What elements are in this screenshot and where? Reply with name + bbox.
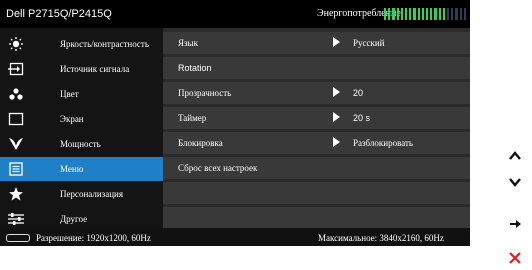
sidebar-item-input-source[interactable]: Источник сигнала [0,57,163,81]
energy-meter-segment [442,8,446,20]
sidebar-item-personalize[interactable]: Персонализация [0,182,163,206]
energy-meter-segment [421,8,425,20]
sidebar-item-label: Цвет [60,89,79,99]
row-transparency[interactable]: Прозрачность 20 [163,82,470,104]
star-icon [8,187,24,201]
sidebar: Яркость/контрастность Источник сигнала Ц… [0,28,163,238]
energy-meter-segment [459,8,462,20]
energy-meter-segment [434,8,437,20]
energy-meter-segment [447,8,450,20]
row-value: 20 [353,88,364,98]
input-source-icon [8,62,24,76]
energy-meter-segment [455,8,458,20]
row-value: Русский [353,38,385,48]
row-name: Rotation [178,63,212,73]
submenu-arrow-icon [333,112,340,122]
menu-settings-panel: Язык Русский Rotation Прозрачность 20 Та… [163,28,470,238]
sidebar-item-label: Меню [60,164,84,174]
row-empty [163,182,470,204]
down-arrow-icon[interactable] [508,175,522,189]
connector-icon [6,234,30,242]
color-dots-icon [8,87,24,101]
right-arrow-icon[interactable] [508,217,522,231]
osd-menu: Dell P2715Q/P2415Q Энергопотребление Ярк… [0,0,470,246]
row-reset[interactable]: Сброс всех настроек [163,157,470,179]
energy-meter-segment [388,8,391,20]
energy-meter-segment [392,8,395,20]
energy-meter-segment [438,8,441,20]
energy-meter-segment [405,8,408,20]
submenu-arrow-icon [333,137,340,147]
sliders-icon [8,212,24,226]
row-value: Разблокировать [353,138,414,148]
row-name: Язык [178,38,198,48]
sidebar-item-brightness[interactable]: Яркость/контрастность [0,32,163,56]
energy-meter-segment [430,8,433,20]
energy-meter-segment [417,8,420,20]
monitor-model: Dell P2715Q/P2415Q [6,8,112,20]
sidebar-item-power[interactable]: Мощность [0,132,163,156]
sidebar-item-label: Персонализация [60,189,124,199]
close-x-icon[interactable] [508,251,522,265]
energy-meter-segment [451,8,454,20]
row-name: Таймер [178,113,207,123]
energy-meter-segment [400,8,404,20]
sidebar-item-label: Мощность [60,139,101,149]
sidebar-item-label: Источник сигнала [60,64,130,74]
brightness-icon [8,37,24,51]
row-name: Блокировка [178,138,223,148]
row-timer[interactable]: Таймер 20 s [163,107,470,129]
row-value: 20 s [353,113,371,123]
energy-meter-segment [409,8,412,20]
row-empty [163,207,470,229]
submenu-arrow-icon [333,87,340,97]
row-language[interactable]: Язык Русский [163,32,470,54]
row-lock[interactable]: Блокировка Разблокировать [163,132,470,154]
sidebar-item-label: Яркость/контрастность [60,39,149,49]
display-icon [8,112,24,126]
energy-meter-segment [426,8,429,20]
sidebar-item-label: Другое [60,214,88,224]
sidebar-item-color[interactable]: Цвет [0,82,163,106]
power-leaf-icon [8,137,24,151]
energy-meter-segment [413,8,416,20]
menu-icon [8,162,24,176]
energy-meter [384,8,467,20]
row-rotation[interactable]: Rotation [163,57,470,79]
sidebar-item-label: Экран [60,114,84,124]
osd-footer: Разрешение: 1920x1200, 60Hz Максимальное… [0,228,470,246]
submenu-arrow-icon [333,37,340,47]
energy-meter-segment [396,8,399,20]
current-resolution: Разрешение: 1920x1200, 60Hz [36,233,151,243]
sidebar-item-display[interactable]: Экран [0,107,163,131]
row-name: Прозрачность [178,88,232,98]
row-name: Сброс всех настроек [178,163,258,173]
up-arrow-icon[interactable] [508,149,522,163]
energy-meter-segment [463,8,467,20]
max-resolution: Максимальное: 3840x2160, 60Hz [318,233,444,243]
energy-meter-segment [384,8,387,20]
sidebar-item-menu[interactable]: Меню [0,157,163,181]
osd-titlebar: Dell P2715Q/P2415Q Энергопотребление [0,0,470,28]
